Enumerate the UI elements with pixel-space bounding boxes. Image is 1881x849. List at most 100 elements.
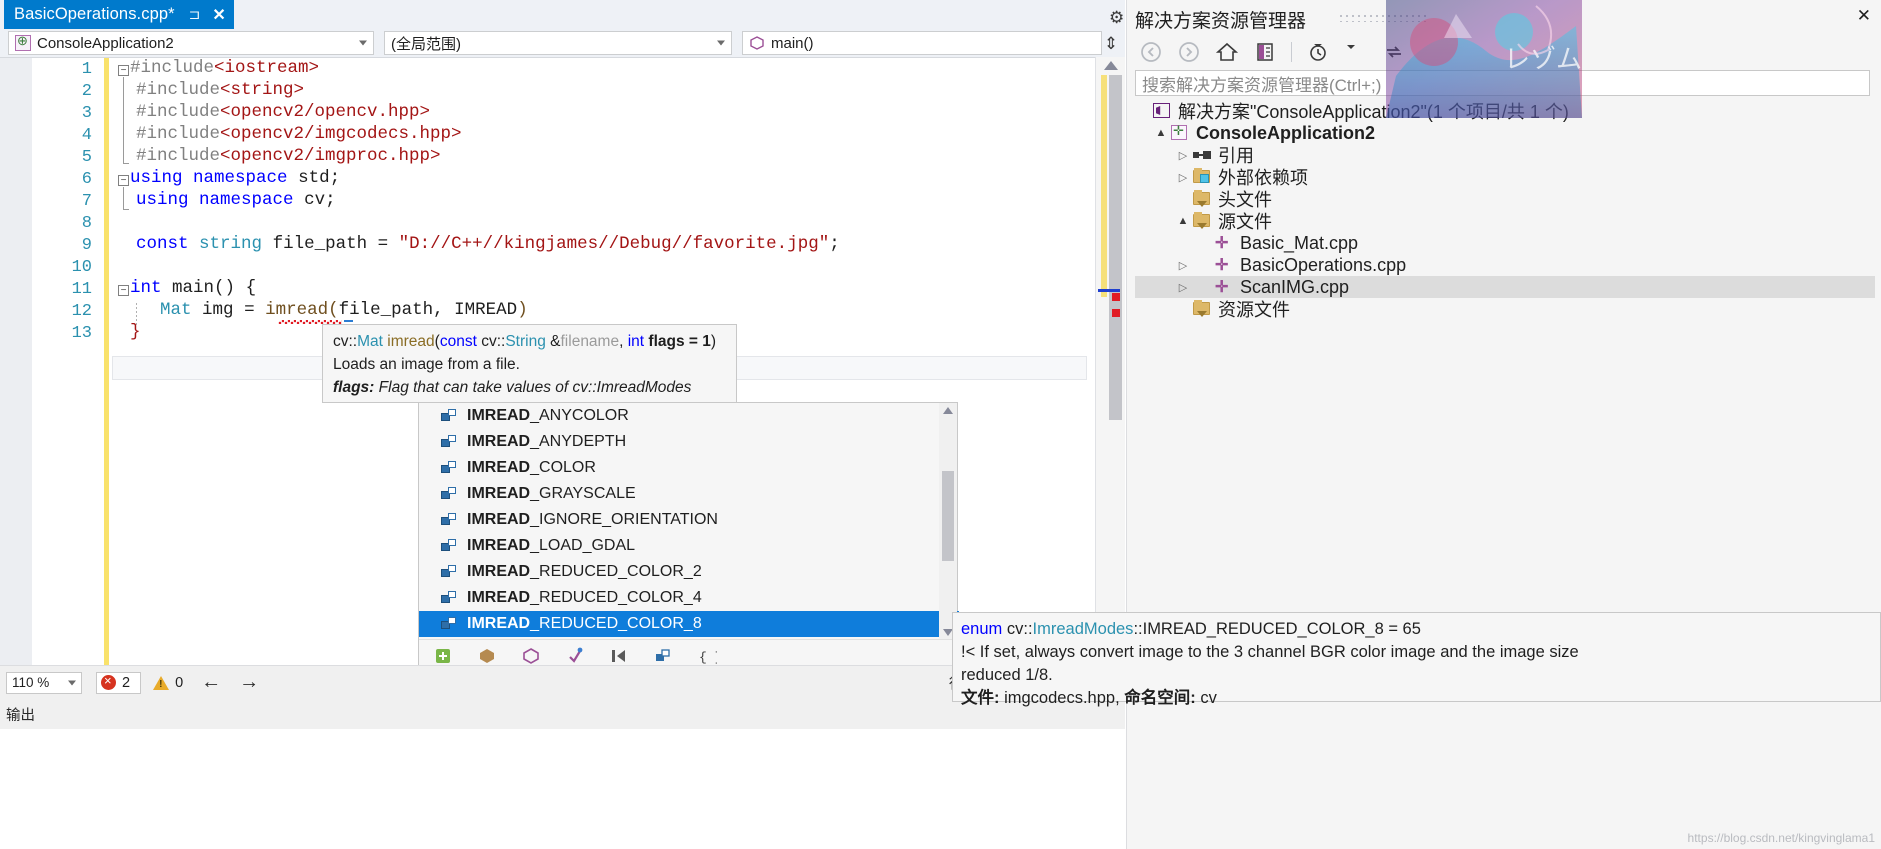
output-window-strip[interactable]: 输出 xyxy=(0,699,1125,729)
tree-item-project[interactable]: ▲ ConsoleApplication2 xyxy=(1135,122,1875,144)
error-marker[interactable] xyxy=(1112,293,1120,301)
close-icon[interactable]: ✕ xyxy=(212,5,225,25)
tree-twisty[interactable]: ▷ xyxy=(1175,171,1191,184)
sync-with-active-document-icon[interactable] xyxy=(1253,40,1277,64)
tree-item-references[interactable]: ▷ 引用 xyxy=(1135,144,1875,166)
completion-item[interactable]: IMREAD_REDUCED_COLOR_4 xyxy=(419,585,959,611)
home-icon[interactable] xyxy=(1215,40,1239,64)
editor-vertical-scrollbar[interactable] xyxy=(1095,57,1125,665)
completion-item[interactable]: IMREAD_GRAYSCALE xyxy=(419,481,959,507)
line-number: 8 xyxy=(81,214,92,233)
error-marker[interactable] xyxy=(1112,309,1120,317)
snippet-filter-icon[interactable]: { } xyxy=(697,646,722,666)
namespace-filter-icon[interactable] xyxy=(521,646,541,666)
code-line-11: int main() { xyxy=(130,278,256,298)
tree-item-header-files[interactable]: 头文件 xyxy=(1135,188,1875,210)
tree-twisty-expanded[interactable]: ▲ xyxy=(1175,215,1191,227)
pending-changes-filter-icon[interactable] xyxy=(1306,40,1330,64)
fold-collapse-icon[interactable]: − xyxy=(118,285,129,296)
intellisense-completion-popup[interactable]: IMREAD_ANYCOLOR IMREAD_ANYDEPTH IMREAD_C… xyxy=(418,402,959,673)
member-dropdown-label: main() xyxy=(771,34,814,52)
class-filter-icon[interactable] xyxy=(477,646,497,666)
tree-twisty-expanded[interactable]: ▲ xyxy=(1153,127,1169,139)
enum-filter-icon[interactable] xyxy=(609,646,629,666)
quickinfo-file-value: imgcodecs.hpp, xyxy=(1004,689,1120,707)
enum-member-icon xyxy=(441,539,457,553)
document-tab-basicoperations[interactable]: BasicOperations.cpp* ⊐ ✕ xyxy=(4,0,234,29)
code-line-5: #include<opencv2/imgproc.hpp> xyxy=(136,146,441,166)
enum-member-icon xyxy=(441,435,457,449)
project-dropdown[interactable]: ConsoleApplication2 xyxy=(8,31,374,55)
forward-icon[interactable] xyxy=(1177,40,1201,64)
completion-item-label: IMREAD_REDUCED_COLOR_8 xyxy=(467,615,702,632)
identifier-img: img xyxy=(202,300,234,320)
chevron-down-icon[interactable] xyxy=(1344,40,1368,64)
scrollbar-thumb[interactable] xyxy=(942,471,954,561)
common-filter-icon[interactable] xyxy=(433,646,453,666)
completion-item[interactable]: IMREAD_COLOR xyxy=(419,455,959,481)
indicator-margin[interactable] xyxy=(0,58,32,666)
fold-guide-end xyxy=(123,209,129,210)
scrollbar-thumb[interactable] xyxy=(1109,75,1122,420)
method-icon xyxy=(749,35,765,51)
member-filter-icon[interactable] xyxy=(565,646,585,666)
completion-item[interactable]: IMREAD_IGNORE_ORIENTATION xyxy=(419,507,959,533)
error-icon xyxy=(101,673,116,690)
operator-assign: = xyxy=(377,234,389,254)
error-count-label: 2 xyxy=(122,674,131,691)
close-icon[interactable]: ✕ xyxy=(1857,6,1871,26)
identifier-cv: cv; xyxy=(304,190,336,210)
tree-item-external-dependencies[interactable]: ▷ 外部依赖项 xyxy=(1135,166,1875,188)
toolbar-divider xyxy=(1291,42,1292,62)
solution-explorer-panel: 解决方案资源管理器 ✕ 搜索解决方案资源管理器(Ctrl+;) 解决方案"Con… xyxy=(1126,0,1881,849)
preprocessor-token: #include xyxy=(136,80,221,100)
zoom-level-dropdown[interactable]: 110 % xyxy=(6,671,82,694)
completion-item-label: IMREAD_ANYCOLOR xyxy=(467,407,629,424)
tree-twisty[interactable]: ▷ xyxy=(1175,281,1191,294)
warning-count-chip[interactable]: 0 xyxy=(153,675,183,691)
completion-item[interactable]: IMREAD_ANYCOLOR xyxy=(419,403,959,429)
preprocessor-token: #include xyxy=(136,124,221,144)
completion-item-label: IMREAD_REDUCED_COLOR_4 xyxy=(467,589,702,606)
editor-region: BasicOperations.cpp* ⊐ ✕ ConsoleApplicat… xyxy=(0,0,1125,849)
tree-item-source-files[interactable]: ▲ 源文件 xyxy=(1135,210,1875,232)
signature-param-label: flags: xyxy=(333,379,375,396)
keyword-namespace: namespace xyxy=(199,190,294,210)
line-number: 1 xyxy=(81,60,92,79)
completion-item[interactable]: IMREAD_ANYDEPTH xyxy=(419,429,959,455)
scope-dropdown[interactable]: (全局范围) xyxy=(384,31,732,55)
quickinfo-namespace: cv:: xyxy=(1006,620,1033,638)
quickinfo-enum-type: ImreadModes xyxy=(1032,620,1134,638)
line-number: 10 xyxy=(71,258,92,277)
tree-twisty[interactable]: ▷ xyxy=(1175,259,1191,272)
back-icon[interactable] xyxy=(1139,40,1163,64)
tree-twisty[interactable]: ▷ xyxy=(1175,149,1191,162)
fold-collapse-icon[interactable]: − xyxy=(118,65,129,76)
enum-member-icon xyxy=(441,617,457,631)
fold-collapse-icon[interactable]: − xyxy=(118,175,129,186)
tree-item-resource-files[interactable]: 资源文件 xyxy=(1135,298,1875,320)
scroll-up-icon[interactable] xyxy=(943,407,953,414)
tree-item-basicoperations-cpp[interactable]: ▷ ✛ BasicOperations.cpp xyxy=(1135,254,1875,276)
signature-line: cv::Mat imread(const cv::String &filenam… xyxy=(333,333,717,350)
network-speed-widget[interactable]: ↑ 0K/s ▾ ↓ 0K/s ▾ 74% xyxy=(948,0,1133,56)
completion-list[interactable]: IMREAD_ANYCOLOR IMREAD_ANYDEPTH IMREAD_C… xyxy=(419,403,959,640)
signature-help-tooltip: cv::Mat imread(const cv::String &filenam… xyxy=(322,324,737,403)
property-filter-icon[interactable] xyxy=(653,646,673,666)
completion-scrollbar[interactable] xyxy=(939,403,957,640)
completion-item-selected[interactable]: IMREAD_REDUCED_COLOR_8 xyxy=(419,611,959,637)
navigate-forward-icon[interactable]: → xyxy=(239,671,259,694)
navigate-back-icon[interactable]: ← xyxy=(201,671,221,694)
error-count-chip[interactable]: 2 xyxy=(96,671,142,694)
signature-description: Loads an image from a file. xyxy=(333,356,520,373)
line-number: 5 xyxy=(81,148,92,167)
tree-item-scanimg-cpp[interactable]: ▷ ✛ ScanIMG.cpp xyxy=(1135,276,1875,298)
fold-guide-end xyxy=(123,163,129,164)
completion-item[interactable]: IMREAD_REDUCED_COLOR_2 xyxy=(419,559,959,585)
scroll-up-icon[interactable] xyxy=(1103,61,1118,70)
solution-tree[interactable]: 解决方案"ConsoleApplication2"(1 个项目/共 1 个) ▲… xyxy=(1135,100,1875,320)
svg-text:{ }: { } xyxy=(699,650,717,665)
completion-item[interactable]: IMREAD_LOAD_GDAL xyxy=(419,533,959,559)
tree-item-basic-mat-cpp[interactable]: ✛ Basic_Mat.cpp xyxy=(1135,232,1875,254)
pin-icon[interactable]: ⊐ xyxy=(189,6,201,23)
